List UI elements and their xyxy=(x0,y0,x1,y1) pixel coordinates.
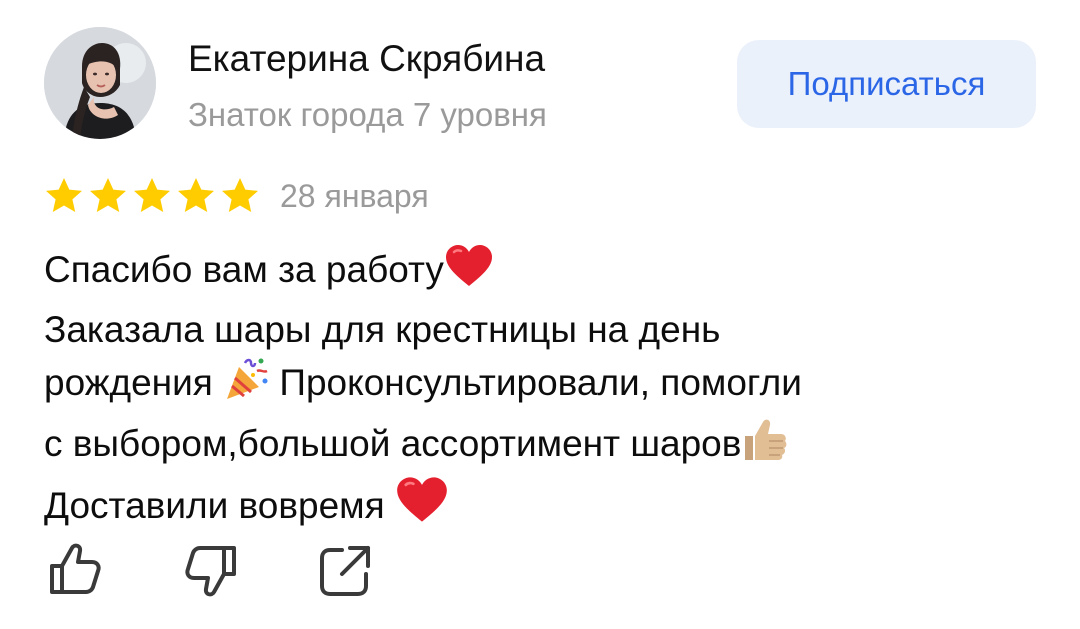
review-line-text: Спасибо вам за работу xyxy=(44,249,444,290)
like-button[interactable] xyxy=(44,540,104,600)
review-line-text: с выбором,большой ассортимент шаров xyxy=(44,422,742,464)
star-icon xyxy=(134,178,170,212)
star-icon xyxy=(46,178,82,212)
star-icon xyxy=(222,178,258,212)
subscribe-button[interactable]: Подписаться xyxy=(737,40,1036,128)
review-line-text: рождения xyxy=(44,362,224,403)
thumbs-up-icon xyxy=(741,416,789,477)
red-heart-icon xyxy=(395,476,449,539)
review-line: рождения Проконсультировали, помогли xyxy=(44,356,1034,416)
review-line-text: Заказала шары для крестницы на день xyxy=(44,308,721,350)
review-card: Екатерина Скрябина Знаток города 7 уровн… xyxy=(0,0,1080,629)
review-actions xyxy=(44,540,444,600)
thumbs-up-outline-icon xyxy=(50,543,101,594)
share-icon xyxy=(320,546,370,596)
review-header: Екатерина Скрябина Знаток города 7 уровн… xyxy=(44,27,1036,141)
author-rank: Знаток города 7 уровня xyxy=(188,96,547,133)
thumbs-down-outline-icon xyxy=(185,546,236,597)
review-line: с выбором,большой ассортимент шаров xyxy=(44,416,1034,477)
review-text: Спасибо вам за работу Заказала шары для … xyxy=(44,243,1034,539)
subscribe-button-label: Подписаться xyxy=(787,65,986,102)
red-heart-icon xyxy=(444,244,494,303)
share-button[interactable] xyxy=(316,540,376,600)
review-line: Спасибо вам за работу xyxy=(44,243,1034,303)
star-rating xyxy=(44,176,260,216)
author-name[interactable]: Екатерина Скрябина xyxy=(188,37,545,81)
party-popper-icon xyxy=(223,357,269,416)
review-line: Заказала шары для крестницы на день xyxy=(44,303,1034,357)
rating-row: 28 января xyxy=(44,172,429,220)
star-icon xyxy=(178,178,214,212)
review-line-text: Доставили вовремя xyxy=(44,485,395,526)
review-line: Доставили вовремя xyxy=(44,476,1034,539)
user-avatar-photo xyxy=(44,27,156,139)
review-line-text: Проконсультировали, помогли xyxy=(269,362,802,403)
dislike-button[interactable] xyxy=(182,540,242,600)
avatar[interactable] xyxy=(44,27,156,139)
star-icon xyxy=(90,178,126,212)
review-date: 28 января xyxy=(280,178,429,214)
